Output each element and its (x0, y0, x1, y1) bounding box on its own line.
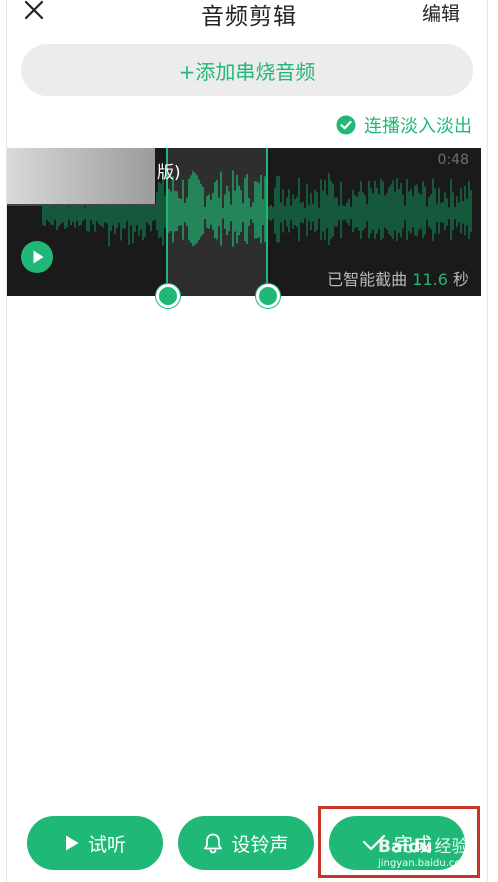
done-button[interactable]: 完成 (329, 816, 465, 870)
set-ringtone-button[interactable]: 设铃声 (178, 816, 314, 870)
track-duration: 0:48 (437, 152, 469, 168)
waveform-card[interactable]: 版) 0:48 已智能截曲 11.6 秒 (7, 148, 481, 296)
edit-button[interactable]: 编辑 (422, 0, 460, 26)
left-edge-line (6, 0, 7, 882)
right-edge-line (487, 0, 488, 882)
smart-cut-info: 已智能截曲 11.6 秒 (327, 266, 469, 290)
blurred-title-cover (7, 148, 155, 204)
check-circle-icon (336, 115, 356, 135)
check-icon (362, 834, 386, 851)
smart-cut-prefix: 已智能截曲 (327, 270, 408, 289)
fade-toggle[interactable]: 连播淡入淡出 (336, 112, 472, 138)
play-icon (21, 241, 53, 273)
smart-cut-seconds: 11.6 (412, 270, 448, 289)
waveform-play-button[interactable] (21, 241, 53, 273)
done-label: 完成 (393, 833, 432, 856)
trim-end-handle[interactable] (256, 284, 280, 308)
preview-button[interactable]: 试听 (27, 816, 163, 870)
play-icon (65, 835, 79, 851)
smart-cut-unit: 秒 (452, 270, 469, 289)
ringtone-label: 设铃声 (231, 833, 289, 856)
preview-label: 试听 (87, 833, 126, 856)
blurred-cover-edge (7, 204, 157, 206)
fade-label: 连播淡入淡出 (364, 116, 472, 137)
add-medley-button[interactable]: +添加串烧音频 (21, 44, 473, 96)
song-title: 版) (157, 163, 181, 183)
bell-icon (204, 833, 223, 854)
trim-start-handle[interactable] (156, 284, 180, 308)
header: 音频剪辑 编辑 (0, 0, 498, 32)
